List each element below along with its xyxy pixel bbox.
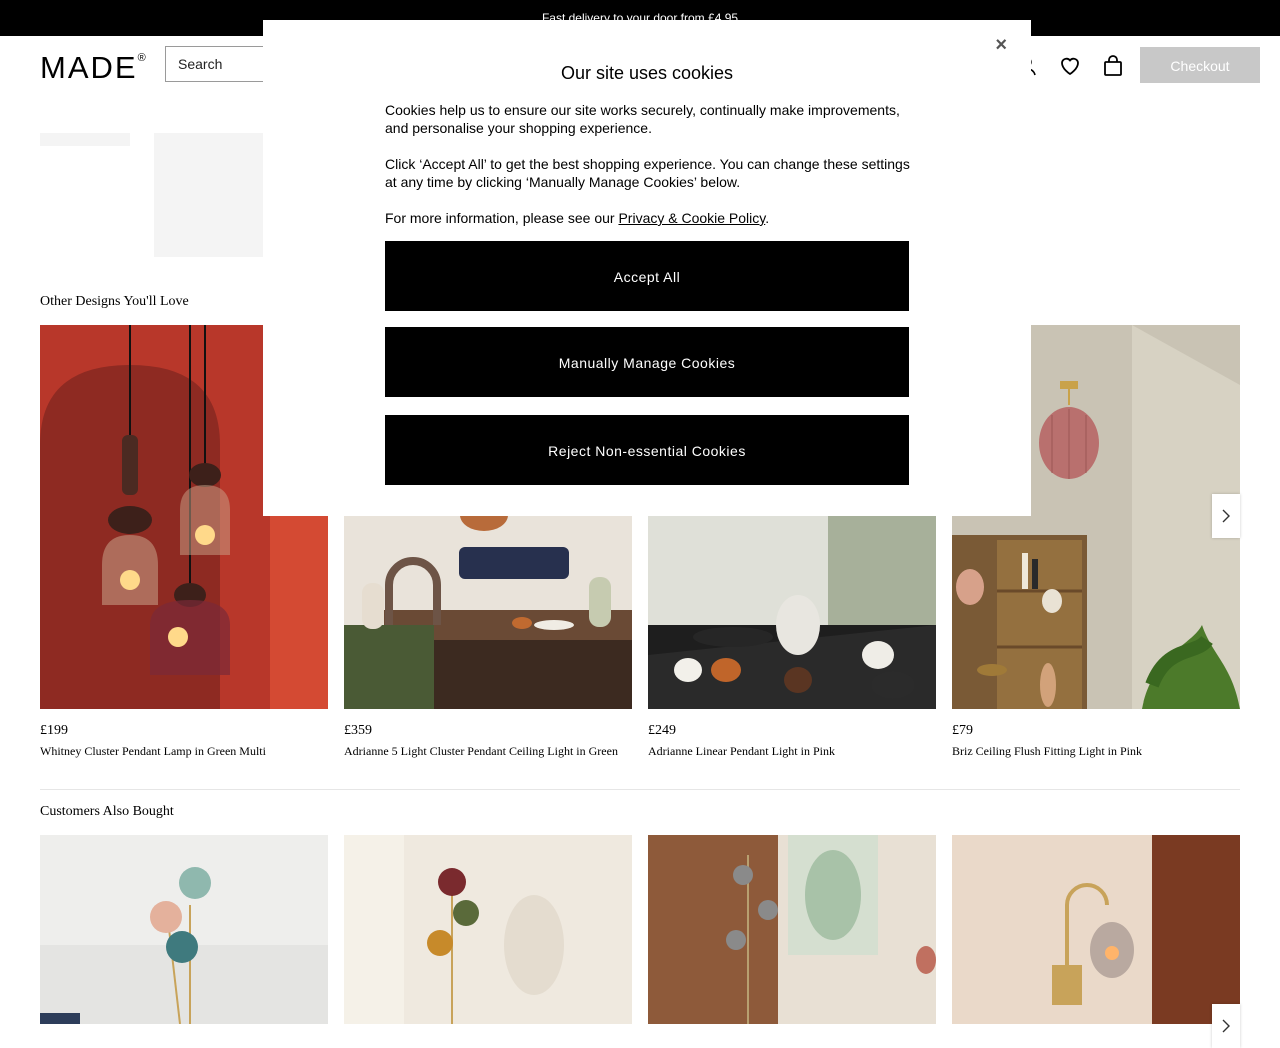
- bag-icon[interactable]: [1101, 54, 1125, 78]
- product-price: £359: [344, 723, 372, 738]
- chevron-right-icon: [1222, 509, 1230, 523]
- policy-suffix: .: [765, 210, 770, 226]
- search-placeholder: Search: [178, 56, 223, 72]
- policy-prefix: For more information, please see our: [385, 210, 619, 226]
- reject-cookies-button[interactable]: Reject Non-essential Cookies: [385, 415, 909, 485]
- product-name[interactable]: Adrianne 5 Light Cluster Pendant Ceiling…: [344, 744, 618, 759]
- section-title-other-designs: Other Designs You'll Love: [40, 294, 189, 309]
- manage-cookies-button[interactable]: Manually Manage Cookies: [385, 327, 909, 397]
- product-price: £249: [648, 723, 676, 738]
- product-image[interactable]: [40, 835, 328, 1024]
- product-name[interactable]: Whitney Cluster Pendant Lamp in Green Mu…: [40, 744, 266, 759]
- logo-text: MADE: [40, 50, 138, 85]
- checkout-button[interactable]: Checkout: [1140, 47, 1260, 83]
- chevron-right-icon: [1222, 1019, 1230, 1033]
- cookie-paragraph-3: For more information, please see our Pri…: [385, 209, 915, 227]
- logo[interactable]: MADE®: [40, 50, 146, 86]
- product-name[interactable]: Briz Ceiling Flush Fitting Light in Pink: [952, 744, 1142, 759]
- image-placeholder: [154, 133, 274, 257]
- product-image[interactable]: [344, 835, 632, 1024]
- cookie-paragraph-1: Cookies help us to ensure our site works…: [385, 102, 900, 136]
- image-placeholder: [40, 133, 130, 146]
- cookie-paragraph-2: Click ‘Accept All’ to get the best shopp…: [385, 156, 910, 190]
- logo-mark: ®: [137, 51, 146, 64]
- section-divider: [40, 789, 1240, 790]
- product-image[interactable]: [952, 835, 1240, 1024]
- product-price: £199: [40, 723, 68, 738]
- product-price: £79: [952, 723, 973, 738]
- privacy-policy-link[interactable]: Privacy & Cookie Policy: [618, 210, 765, 226]
- carousel-next-button[interactable]: [1212, 494, 1240, 538]
- carousel-next-button[interactable]: [1212, 1004, 1240, 1048]
- product-image[interactable]: [648, 835, 936, 1024]
- close-icon[interactable]: ×: [995, 34, 1007, 57]
- product-name[interactable]: Adrianne Linear Pendant Light in Pink: [648, 744, 835, 759]
- section-title-customers-also-bought: Customers Also Bought: [40, 804, 174, 819]
- heart-icon[interactable]: [1058, 54, 1082, 78]
- cookie-dialog-title: Our site uses cookies: [560, 63, 734, 83]
- accept-all-button[interactable]: Accept All: [385, 241, 909, 311]
- cookie-dialog: × Our site uses cookies Cookies help us …: [263, 20, 1031, 516]
